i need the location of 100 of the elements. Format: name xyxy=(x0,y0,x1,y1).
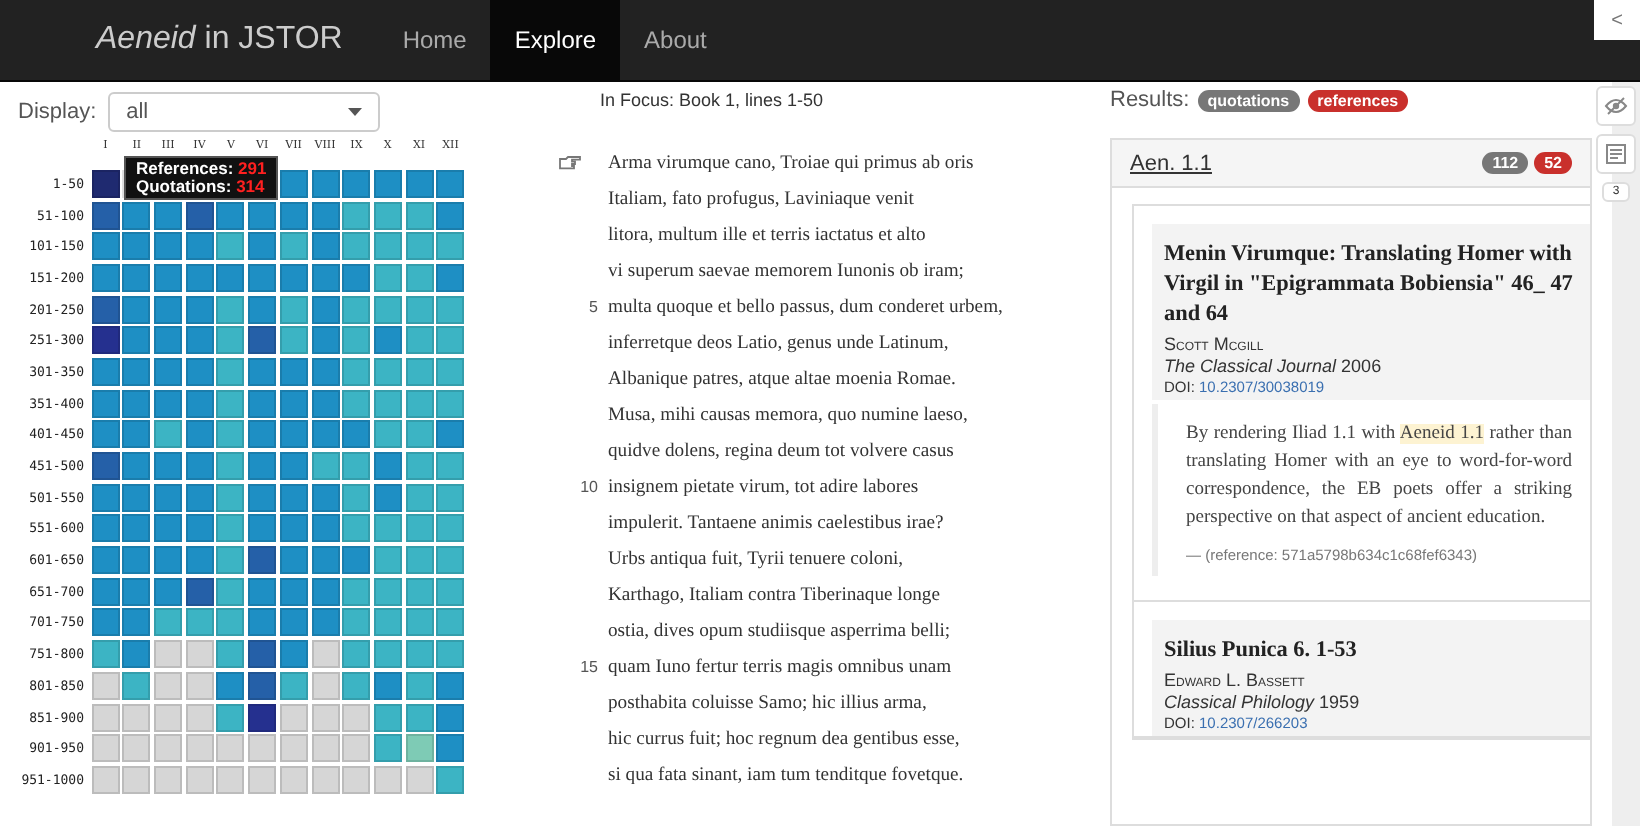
heatmap-cell[interactable] xyxy=(216,263,245,292)
heatmap-cell[interactable] xyxy=(436,357,465,386)
heatmap-cell[interactable] xyxy=(279,671,308,700)
heatmap-cell[interactable] xyxy=(342,640,371,669)
heatmap-cell[interactable] xyxy=(405,357,434,386)
heatmap-cell[interactable] xyxy=(91,608,120,637)
heatmap-cell[interactable] xyxy=(311,263,339,292)
heatmap-cell[interactable] xyxy=(311,169,339,198)
legend-badge[interactable]: quotations xyxy=(1197,89,1300,111)
heatmap-cell[interactable] xyxy=(154,765,183,794)
heatmap-cell[interactable] xyxy=(216,703,245,732)
heatmap-cell[interactable] xyxy=(436,640,465,669)
heatmap-cell[interactable] xyxy=(216,608,245,637)
heatmap-cell[interactable] xyxy=(185,765,214,794)
heatmap-cell[interactable] xyxy=(122,483,151,512)
heatmap-cell[interactable] xyxy=(279,295,308,324)
heatmap-cell[interactable] xyxy=(248,577,277,606)
heatmap-cell[interactable] xyxy=(216,295,245,324)
heatmap-cell[interactable] xyxy=(91,201,120,230)
heatmap-cell[interactable] xyxy=(436,546,465,575)
heatmap-cell[interactable] xyxy=(342,357,371,386)
heatmap-cell[interactable] xyxy=(154,357,183,386)
heatmap-cell[interactable] xyxy=(342,483,371,512)
heatmap-cell[interactable] xyxy=(122,734,151,763)
heatmap-cell[interactable] xyxy=(279,452,308,481)
heatmap-cell[interactable] xyxy=(122,765,151,794)
heatmap-cell[interactable] xyxy=(154,452,183,481)
heatmap-cell[interactable] xyxy=(154,295,183,324)
heatmap-cell[interactable] xyxy=(405,765,434,794)
heatmap-cell[interactable] xyxy=(185,263,214,292)
display-select[interactable]: all xyxy=(108,92,381,132)
heatmap-cell[interactable] xyxy=(248,514,277,543)
heatmap-cell[interactable] xyxy=(122,263,151,292)
heatmap-cell[interactable] xyxy=(91,295,120,324)
heatmap-cell[interactable] xyxy=(373,389,402,418)
heatmap-cell[interactable] xyxy=(216,452,245,481)
heatmap-cell[interactable] xyxy=(436,420,465,449)
heatmap-cell[interactable] xyxy=(185,452,214,481)
heatmap-cell[interactable] xyxy=(342,420,371,449)
heatmap-cell[interactable] xyxy=(91,546,120,575)
heatmap-cell[interactable] xyxy=(279,201,308,230)
heatmap-cell[interactable] xyxy=(216,577,245,606)
heatmap-cell[interactable] xyxy=(91,389,120,418)
heatmap-cell[interactable] xyxy=(248,483,277,512)
heatmap-cell[interactable] xyxy=(122,357,151,386)
heatmap-cell[interactable] xyxy=(122,295,151,324)
heatmap-cell[interactable] xyxy=(279,232,308,261)
heatmap-cell[interactable] xyxy=(216,514,245,543)
heatmap-cell[interactable] xyxy=(248,452,277,481)
heatmap-cell[interactable] xyxy=(248,640,277,669)
heatmap-cell[interactable] xyxy=(373,734,402,763)
heatmap-cell[interactable] xyxy=(436,232,465,261)
heatmap-cell[interactable] xyxy=(405,734,434,763)
heatmap-cell[interactable] xyxy=(373,232,402,261)
heatmap-cell[interactable] xyxy=(91,734,120,763)
heatmap-cell[interactable] xyxy=(91,420,120,449)
heatmap-cell[interactable] xyxy=(216,671,245,700)
heatmap-cell[interactable] xyxy=(279,765,308,794)
heatmap-cell[interactable] xyxy=(216,357,245,386)
heatmap-cell[interactable] xyxy=(436,295,465,324)
heatmap-cell[interactable] xyxy=(311,483,339,512)
heatmap-cell[interactable] xyxy=(311,232,339,261)
heatmap-cell[interactable] xyxy=(248,295,277,324)
heatmap-cell[interactable] xyxy=(311,420,339,449)
heatmap-cell[interactable] xyxy=(436,734,465,763)
heatmap-cell[interactable] xyxy=(279,420,308,449)
heatmap-cell[interactable] xyxy=(373,608,402,637)
heatmap-cell[interactable] xyxy=(405,703,434,732)
brand-title[interactable]: Aeneid in JSTOR xyxy=(96,22,343,58)
heatmap-cell[interactable] xyxy=(185,483,214,512)
heatmap-cell[interactable] xyxy=(122,326,151,355)
heatmap-cell[interactable] xyxy=(311,389,339,418)
heatmap-cell[interactable] xyxy=(373,420,402,449)
heatmap-cell[interactable] xyxy=(311,452,339,481)
heatmap-cell[interactable] xyxy=(91,514,120,543)
heatmap-cell[interactable] xyxy=(311,703,339,732)
heatmap-cell[interactable] xyxy=(154,640,183,669)
heatmap-cell[interactable] xyxy=(279,357,308,386)
heatmap-cell[interactable] xyxy=(373,357,402,386)
heatmap-cell[interactable] xyxy=(311,326,339,355)
heatmap-cell[interactable] xyxy=(405,169,434,198)
heatmap-cell[interactable] xyxy=(311,201,339,230)
heatmap-cell[interactable] xyxy=(311,295,339,324)
heatmap-cell[interactable] xyxy=(373,514,402,543)
heatmap-cell[interactable] xyxy=(185,608,214,637)
heatmap-cell[interactable] xyxy=(405,232,434,261)
nav-link[interactable]: Home xyxy=(378,0,491,80)
heatmap-cell[interactable] xyxy=(185,420,214,449)
heatmap-cell[interactable] xyxy=(248,232,277,261)
heatmap-cell[interactable] xyxy=(154,734,183,763)
heatmap-cell[interactable] xyxy=(154,608,183,637)
heatmap-cell[interactable] xyxy=(185,514,214,543)
heatmap-cell[interactable] xyxy=(122,201,151,230)
heatmap-cell[interactable] xyxy=(154,577,183,606)
heatmap-cell[interactable] xyxy=(373,671,402,700)
heatmap-cell[interactable] xyxy=(122,703,151,732)
heatmap-cell[interactable] xyxy=(122,389,151,418)
heatmap-cell[interactable] xyxy=(342,263,371,292)
heatmap-cell[interactable] xyxy=(342,232,371,261)
heatmap-cell[interactable] xyxy=(248,765,277,794)
